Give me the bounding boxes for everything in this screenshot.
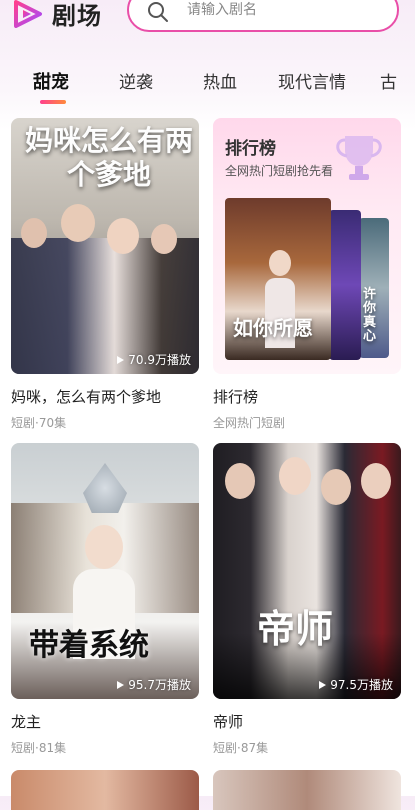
page-title: 剧场 — [52, 2, 102, 30]
poster-title: 帝师 — [257, 606, 334, 651]
poster-title: 妈咪怎么有两个爹地 — [24, 124, 193, 191]
trophy-icon — [336, 136, 382, 180]
app-logo-icon — [14, 0, 42, 28]
ranking-poster-1-title: 如你所愿 — [233, 316, 313, 340]
drama-poster[interactable]: 帝师 97.5万播放 — [213, 443, 401, 699]
search-icon — [148, 2, 168, 22]
ranking-meta: 全网热门短剧 — [213, 416, 286, 430]
play-count-text: 95.7万播放 — [128, 678, 191, 692]
active-tab-indicator — [40, 100, 66, 104]
ranking-poster-3[interactable]: 许你真心 — [359, 218, 389, 358]
drama-meta: 短剧·81集 — [11, 741, 67, 755]
tab-modern-romance[interactable]: 现代言情 — [278, 68, 346, 93]
drama-title[interactable]: 妈咪，怎么有两个爹地 — [11, 386, 161, 407]
tab-action[interactable]: 热血 — [203, 68, 237, 93]
tab-comeback[interactable]: 逆袭 — [119, 68, 153, 93]
drama-title[interactable]: 龙主 — [11, 711, 41, 732]
tab-sweet[interactable]: 甜宠 — [33, 68, 69, 94]
top-bar: 剧场 — [0, 0, 415, 64]
ranking-card[interactable]: 排行榜 全网热门短剧抢先看 许你真心 如你所愿 — [213, 118, 401, 374]
ranking-poster-2[interactable] — [329, 210, 361, 360]
play-icon — [117, 680, 125, 689]
drama-meta: 短剧·70集 — [11, 416, 67, 430]
search-input[interactable] — [185, 0, 389, 22]
play-count: 97.5万播放 — [319, 676, 393, 693]
ranking-poster-1[interactable]: 如你所愿 — [225, 198, 331, 360]
drama-poster-partial[interactable] — [213, 770, 401, 810]
ranking-heading: 排行榜 — [225, 139, 276, 159]
poster-title: 带着系统 — [29, 628, 149, 663]
ranking-title[interactable]: 排行榜 — [213, 386, 258, 407]
drama-poster[interactable]: 妈咪怎么有两个爹地 70.9万播放 — [11, 118, 199, 374]
play-count: 95.7万播放 — [117, 676, 191, 693]
drama-poster-partial[interactable] — [11, 770, 199, 810]
play-icon — [117, 355, 125, 364]
ranking-tagline: 全网热门短剧抢先看 — [225, 164, 334, 178]
play-icon — [319, 680, 327, 689]
play-count-text: 97.5万播放 — [330, 678, 393, 692]
play-count: 70.9万播放 — [117, 351, 191, 368]
ranking-poster-3-title: 许你真心 — [363, 287, 377, 344]
drama-title[interactable]: 帝师 — [213, 711, 243, 732]
drama-meta: 短剧·87集 — [213, 741, 269, 755]
tab-ancient[interactable]: 古 — [380, 68, 397, 93]
search-bar[interactable] — [127, 0, 399, 32]
drama-poster[interactable]: 带着系统 95.7万播放 — [11, 443, 199, 699]
play-count-text: 70.9万播放 — [128, 353, 191, 367]
